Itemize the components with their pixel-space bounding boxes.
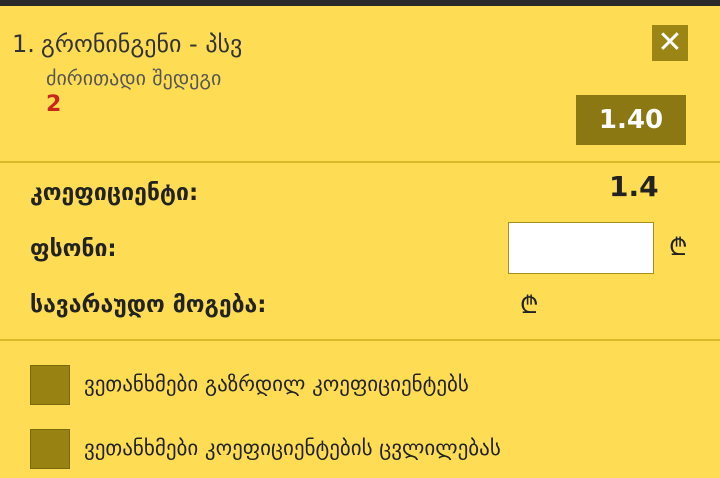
accept-higher-odds-label[interactable]: ვეთანხმები გაზრდილ კოეფიციენტებს <box>84 372 469 396</box>
potential-win-label: სავარაუდო მოგება: <box>30 292 267 318</box>
bet-selection: 2 <box>46 92 62 117</box>
bet-market: ძირითადი შედეგი <box>46 66 222 90</box>
stake-input[interactable] <box>508 222 654 274</box>
bet-index: 1. <box>12 30 35 58</box>
coefficient-value: 1.4 <box>609 170 659 203</box>
close-icon[interactable]: ✕ <box>652 25 688 61</box>
stake-label: ფსონი: <box>30 236 117 262</box>
bet-title: 1. გრონინგენი - პსვ <box>12 30 248 58</box>
coefficient-label: კოეფიციენტი: <box>30 180 199 206</box>
accept-odds-change-checkbox[interactable] <box>30 429 70 469</box>
accept-odds-change-label[interactable]: ვეთანხმები კოეფიციენტების ცვლილებას <box>84 436 501 460</box>
accept-higher-odds-checkbox[interactable] <box>30 365 70 405</box>
potential-win-currency-icon: ₾ <box>520 291 539 319</box>
top-bar <box>0 0 720 6</box>
bet-event-name: გრონინგენი - პსვ <box>40 30 243 58</box>
odds-button[interactable]: 1.40 <box>576 95 686 145</box>
divider <box>0 161 720 163</box>
divider <box>0 339 720 341</box>
stake-currency-icon: ₾ <box>669 233 688 261</box>
